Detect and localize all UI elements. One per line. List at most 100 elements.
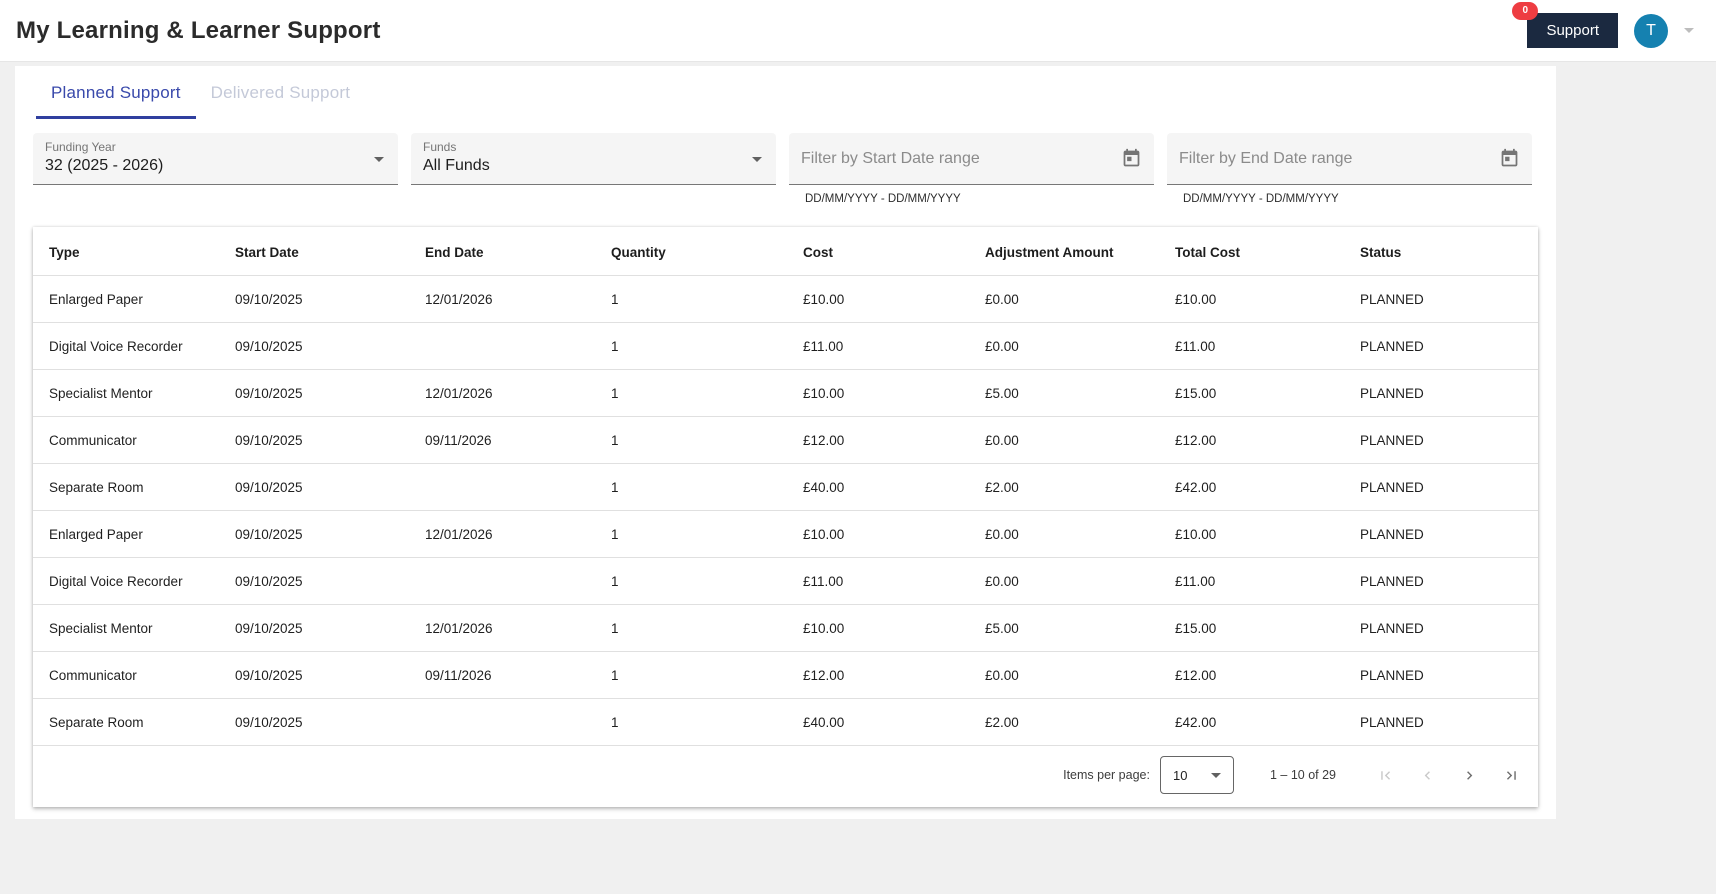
avatar[interactable]: T [1634, 13, 1668, 48]
next-page-button[interactable] [1448, 755, 1490, 795]
table-header-row: Type Start Date End Date Quantity Cost Adjust… [33, 227, 1538, 276]
app-header: My Learning & Learner Support 0 Support … [0, 0, 1716, 62]
column-header-type: Type [33, 227, 219, 276]
table-row: Separate Room 09/10/2025 1 £40.00 £2.00 £42.0… [33, 698, 1538, 746]
notification-badge: 0 [1512, 2, 1539, 20]
cell-adjustment-amount: £2.00 [969, 463, 1159, 511]
end-date-range-field[interactable] [1167, 133, 1532, 185]
cell-quantity: 1 [595, 369, 787, 417]
tab-planned-support[interactable]: Planned Support [36, 66, 196, 119]
funds-label: Funds [423, 140, 457, 154]
cell-total-cost: £11.00 [1159, 322, 1344, 370]
cell-adjustment-amount: £0.00 [969, 275, 1159, 323]
cell-quantity: 1 [595, 604, 787, 652]
end-date-range-input[interactable] [1179, 133, 1492, 184]
start-date-range-input[interactable] [801, 133, 1114, 184]
start-date-format-hint: DD/MM/YYYY - DD/MM/YYYY [805, 193, 961, 205]
cell-end-date [409, 463, 595, 511]
cell-type: Digital Voice Recorder [33, 322, 219, 370]
column-header-cost: Cost [787, 227, 969, 276]
table-body: Enlarged Paper 09/10/2025 12/01/2026 1 £10.0… [33, 275, 1538, 746]
cell-start-date: 09/10/2025 [219, 698, 409, 746]
last-page-button[interactable] [1490, 755, 1532, 795]
chevron-down-icon [752, 157, 762, 162]
cell-cost: £12.00 [787, 416, 969, 464]
table-row: Digital Voice Recorder 09/10/2025 1 £11.00 £… [33, 557, 1538, 605]
cell-adjustment-amount: £0.00 [969, 651, 1159, 699]
cell-total-cost: £10.00 [1159, 275, 1344, 323]
cell-type: Enlarged Paper [33, 275, 219, 323]
end-date-format-hint: DD/MM/YYYY - DD/MM/YYYY [1183, 193, 1339, 205]
funding-year-select[interactable]: Funding Year 32 (2025 - 2026) [33, 133, 398, 185]
last-page-icon [1506, 770, 1516, 780]
cell-end-date [409, 322, 595, 370]
table-row: Enlarged Paper 09/10/2025 12/01/2026 1 £10.0… [33, 275, 1538, 323]
items-per-page-value: 10 [1172, 767, 1188, 783]
table-row: Enlarged Paper 09/10/2025 12/01/2026 1 £10.0… [33, 510, 1538, 558]
chevron-down-icon[interactable] [1684, 28, 1694, 33]
cell-start-date: 09/10/2025 [219, 322, 409, 370]
cell-start-date: 09/10/2025 [219, 510, 409, 558]
cell-end-date [409, 698, 595, 746]
column-header-total-cost: Total Cost [1159, 227, 1344, 276]
cell-quantity: 1 [595, 510, 787, 558]
cell-end-date: 09/11/2026 [409, 651, 595, 699]
table-row: Separate Room 09/10/2025 1 £40.00 £2.00 £42.0… [33, 463, 1538, 511]
cell-type: Separate Room [33, 698, 219, 746]
cell-status: PLANNED [1344, 651, 1538, 699]
table-row: Communicator 09/10/2025 09/11/2026 1 £12.00 £… [33, 416, 1538, 464]
cell-cost: £10.00 [787, 275, 969, 323]
calendar-icon[interactable] [1499, 148, 1520, 174]
calendar-icon[interactable] [1121, 148, 1142, 174]
items-per-page-select[interactable]: 10 [1159, 756, 1234, 794]
cell-type: Communicator [33, 651, 219, 699]
cell-cost: £40.00 [787, 698, 969, 746]
column-header-adjustment-amount: Adjustment Amount [969, 227, 1159, 276]
cell-cost: £11.00 [787, 557, 969, 605]
cell-start-date: 09/10/2025 [219, 651, 409, 699]
cell-start-date: 09/10/2025 [219, 416, 409, 464]
previous-page-button[interactable] [1406, 755, 1448, 795]
cell-total-cost: £42.00 [1159, 463, 1344, 511]
filter-bar: Funding Year 32 (2025 - 2026) Funds All … [15, 119, 1556, 205]
first-page-button[interactable] [1364, 755, 1406, 795]
tab-delivered-support[interactable]: Delivered Support [196, 66, 365, 119]
cell-status: PLANNED [1344, 275, 1538, 323]
cell-total-cost: £12.00 [1159, 416, 1344, 464]
items-per-page-label: Items per page: [1063, 768, 1150, 782]
cell-quantity: 1 [595, 557, 787, 605]
start-date-filter-group: DD/MM/YYYY - DD/MM/YYYY [789, 133, 1154, 205]
cell-adjustment-amount: £5.00 [969, 604, 1159, 652]
cell-start-date: 09/10/2025 [219, 369, 409, 417]
table-row: Specialist Mentor 09/10/2025 12/01/2026 1 £1… [33, 604, 1538, 652]
header-actions: 0 Support T [1512, 2, 1694, 48]
main-panel: Planned Support Delivered Support Fundin… [15, 66, 1556, 819]
column-header-quantity: Quantity [595, 227, 787, 276]
funds-value: All Funds [423, 157, 490, 174]
cell-adjustment-amount: £0.00 [969, 510, 1159, 558]
cell-total-cost: £11.00 [1159, 557, 1344, 605]
cell-type: Digital Voice Recorder [33, 557, 219, 605]
cell-end-date: 12/01/2026 [409, 275, 595, 323]
cell-start-date: 09/10/2025 [219, 463, 409, 511]
table-row: Communicator 09/10/2025 09/11/2026 1 £12.00 £… [33, 651, 1538, 699]
cell-start-date: 09/10/2025 [219, 275, 409, 323]
chevron-left-icon [1424, 770, 1430, 780]
cell-cost: £12.00 [787, 651, 969, 699]
cell-end-date [409, 557, 595, 605]
support-button-wrap: 0 Support [1512, 2, 1618, 48]
cell-type: Specialist Mentor [33, 369, 219, 417]
page-range-label: 1 – 10 of 29 [1269, 768, 1336, 782]
cell-quantity: 1 [595, 322, 787, 370]
start-date-range-field[interactable] [789, 133, 1154, 185]
cell-status: PLANNED [1344, 510, 1538, 558]
cell-status: PLANNED [1344, 557, 1538, 605]
cell-adjustment-amount: £0.00 [969, 557, 1159, 605]
funds-select[interactable]: Funds All Funds [411, 133, 776, 185]
cell-quantity: 1 [595, 275, 787, 323]
support-table: Type Start Date End Date Quantity Cost Adjust… [33, 227, 1538, 746]
first-page-icon [1380, 770, 1390, 780]
support-button[interactable]: Support [1527, 13, 1618, 48]
page-title: My Learning & Learner Support [16, 16, 381, 44]
cell-cost: £40.00 [787, 463, 969, 511]
